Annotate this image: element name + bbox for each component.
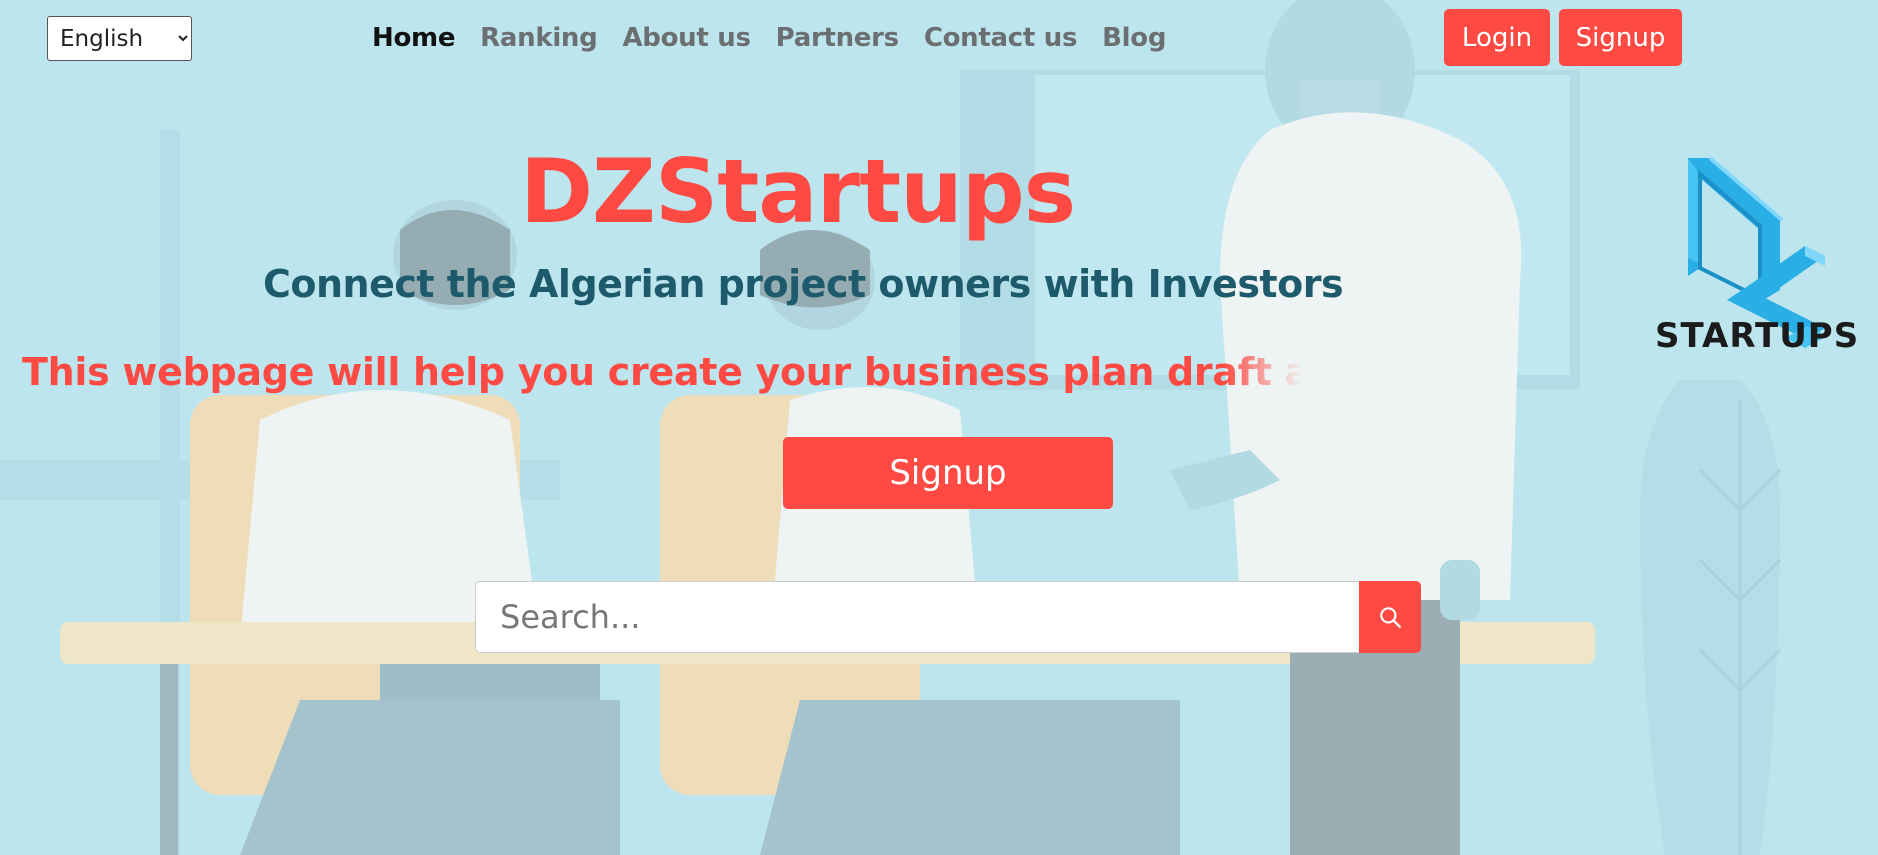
hero-signup-button[interactable]: Signup [783,437,1113,509]
nav-blog-link[interactable]: Blog [1102,18,1166,58]
hero-background-illustration [0,0,1878,855]
search-icon [1380,607,1401,628]
nav-ranking-link[interactable]: Ranking [480,18,598,58]
language-select[interactable]: English [47,16,192,61]
nav-partners-link[interactable]: Partners [776,18,900,58]
search-button[interactable] [1359,581,1421,653]
nav-home-link[interactable]: Home [372,18,455,58]
page-title: DZStartups [520,140,1076,243]
header-signup-button[interactable]: Signup [1559,9,1682,66]
main-nav: Home Ranking About us Partners Contact u… [372,18,1166,58]
search-input[interactable] [475,581,1359,653]
login-button[interactable]: Login [1444,9,1550,66]
logo-wordmark: STARTUPS [1655,316,1860,356]
search-bar [475,581,1421,653]
hero-subtitle: Connect the Algerian project owners with… [263,262,1344,306]
nav-contact-us-link[interactable]: Contact us [924,18,1078,58]
marquee-banner: This webpage will help you create your b… [22,344,1302,400]
nav-about-us-link[interactable]: About us [622,18,750,58]
marquee-text: This webpage will help you create your b… [22,350,1302,394]
